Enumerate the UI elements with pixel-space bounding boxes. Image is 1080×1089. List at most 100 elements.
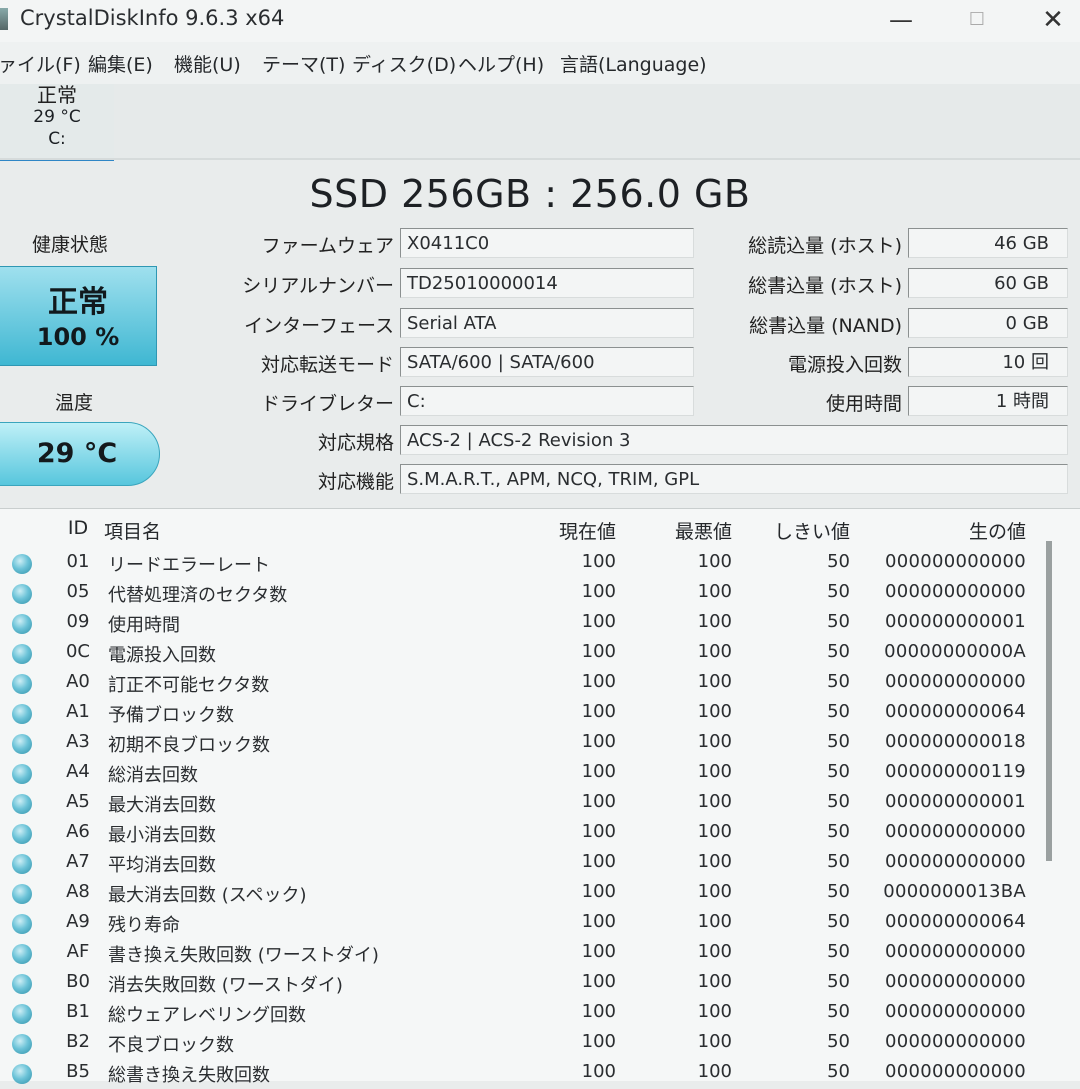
cell-threshold: 50 [827, 971, 850, 992]
cell-threshold: 50 [827, 611, 850, 632]
app-icon [0, 8, 8, 30]
cell-name: 最大消去回数 (スペック) [108, 885, 307, 906]
power-on-hours-label: 使用時間 [825, 393, 902, 415]
table-row[interactable]: B1 総ウェアレベリング回数 100 100 50 000000000000 [0, 999, 1060, 1029]
cell-worst: 100 [697, 821, 732, 842]
cell-raw: 000000000000 [884, 821, 1026, 842]
menu-theme[interactable]: テーマ(T) [262, 50, 345, 77]
cell-worst: 100 [697, 911, 732, 932]
table-row[interactable]: A0 訂正不可能セクタ数 100 100 50 000000000000 [0, 669, 1060, 699]
scrollbar[interactable] [1046, 541, 1052, 861]
table-row[interactable]: A7 平均消去回数 100 100 50 000000000000 [0, 849, 1060, 879]
cell-id: A9 [66, 911, 90, 932]
status-dot-icon [12, 764, 32, 784]
cell-id: 0C [65, 641, 91, 662]
divider [0, 158, 1080, 160]
menu-file[interactable]: ァイル(F) [0, 50, 81, 77]
cell-current: 100 [581, 761, 616, 782]
cell-threshold: 50 [827, 941, 850, 962]
cell-threshold: 50 [827, 821, 850, 842]
menu-language[interactable]: 言語(Language) [560, 50, 707, 77]
cell-name: 最小消去回数 [108, 825, 216, 846]
cell-raw: 000000000000 [884, 551, 1026, 572]
cell-current: 100 [581, 791, 616, 812]
col-threshold[interactable]: しきい値 [760, 517, 850, 544]
cell-worst: 100 [697, 701, 732, 722]
cell-worst: 100 [697, 671, 732, 692]
status-dot-icon [12, 914, 32, 934]
cell-worst: 100 [697, 881, 732, 902]
table-row[interactable]: A3 初期不良ブロック数 100 100 50 000000000018 [0, 729, 1060, 759]
cell-id: 09 [66, 611, 90, 632]
transfer-mode-label: 対応転送モード [260, 354, 394, 376]
status-dot-icon [12, 1004, 32, 1024]
temperature-value[interactable]: 29 °C [0, 422, 160, 486]
table-row[interactable]: A6 最小消去回数 100 100 50 000000000000 [0, 819, 1060, 849]
table-row[interactable]: 05 代替処理済のセクタ数 100 100 50 000000000000 [0, 579, 1060, 609]
menu-help[interactable]: ヘルプ(H) [458, 50, 544, 77]
cell-name: 最大消去回数 [108, 795, 216, 816]
table-row[interactable]: AF 書き換え失敗回数 (ワーストダイ) 100 100 50 000000000000 [0, 939, 1060, 969]
cell-id: B0 [66, 971, 90, 992]
status-dot-icon [12, 674, 32, 694]
cell-raw: 00000000000A [884, 641, 1026, 662]
smart-table[interactable]: ID 項目名 現在値 最悪値 しきい値 生の値 01 リードエラーレート 100 10… [0, 508, 1080, 1086]
temperature-label: 温度 [54, 392, 93, 414]
cell-worst: 100 [697, 551, 732, 572]
cell-threshold: 50 [827, 1061, 850, 1082]
maximize-button[interactable]: ☐ [942, 0, 1012, 40]
table-row[interactable]: A4 総消去回数 100 100 50 000000000119 [0, 759, 1060, 789]
cell-current: 100 [581, 551, 616, 572]
drive-letter-label: ドライブレター [260, 393, 394, 415]
table-row[interactable]: 0C 電源投入回数 100 100 50 00000000000A [0, 639, 1060, 669]
health-status: 正常 [48, 285, 108, 320]
table-row[interactable]: B0 消去失敗回数 (ワーストダイ) 100 100 50 000000000000 [0, 969, 1060, 999]
col-current[interactable]: 現在値 [540, 517, 616, 544]
health-label: 健康状態 [31, 234, 108, 256]
table-row[interactable]: 09 使用時間 100 100 50 000000000001 [0, 609, 1060, 639]
table-row[interactable]: B2 不良ブロック数 100 100 50 000000000000 [0, 1029, 1060, 1059]
table-row[interactable]: A1 予備ブロック数 100 100 50 000000000064 [0, 699, 1060, 729]
col-raw[interactable]: 生の値 [900, 517, 1026, 544]
disk-tab-c[interactable]: 正常 29 °C C: [0, 84, 114, 161]
cell-id: B2 [66, 1031, 90, 1052]
interface-label: インターフェース [244, 315, 394, 337]
cell-threshold: 50 [827, 791, 850, 812]
table-row[interactable]: 01 リードエラーレート 100 100 50 000000000000 [0, 549, 1060, 579]
cell-current: 100 [581, 581, 616, 602]
cell-raw: 000000000000 [884, 581, 1026, 602]
menu-function[interactable]: 機能(U) [174, 50, 241, 77]
cell-current: 100 [581, 611, 616, 632]
table-row[interactable]: A5 最大消去回数 100 100 50 000000000001 [0, 789, 1060, 819]
cell-name: 代替処理済のセクタ数 [108, 585, 288, 606]
table-row[interactable]: A8 最大消去回数 (スペック) 100 100 50 0000000013BA [0, 879, 1060, 909]
cell-id: A3 [66, 731, 90, 752]
status-dot-icon [12, 1034, 32, 1054]
table-row[interactable]: B5 総書き換え失敗回数 100 100 50 000000000000 [0, 1059, 1060, 1089]
cell-id: A6 [66, 821, 90, 842]
cell-threshold: 50 [827, 581, 850, 602]
table-row[interactable]: A9 残り寿命 100 100 50 000000000064 [0, 909, 1060, 939]
serial-label: シリアルナンバー [242, 275, 394, 297]
cell-current: 100 [581, 971, 616, 992]
cell-current: 100 [581, 701, 616, 722]
minimize-button[interactable]: — [866, 0, 936, 40]
cell-name: 予備ブロック数 [108, 705, 234, 726]
close-button[interactable]: ✕ [1018, 0, 1080, 40]
cell-current: 100 [581, 851, 616, 872]
drive-title: SSD 256GB : 256.0 GB [309, 172, 751, 216]
cell-threshold: 50 [827, 761, 850, 782]
cell-threshold: 50 [827, 851, 850, 872]
cell-threshold: 50 [827, 1031, 850, 1052]
col-worst[interactable]: 最悪値 [656, 517, 732, 544]
cell-current: 100 [581, 1001, 616, 1022]
serial-value: TD25010000014 [400, 268, 694, 298]
menu-disk[interactable]: ディスク(D) [352, 50, 456, 77]
health-status-box[interactable]: 正常 100 % [0, 266, 157, 366]
menu-edit[interactable]: 編集(E) [88, 50, 153, 77]
col-id[interactable]: ID [56, 517, 100, 539]
disk-tab-bar [114, 84, 1080, 158]
cell-raw: 000000000000 [884, 851, 1026, 872]
cell-id: B1 [66, 1001, 90, 1022]
col-name[interactable]: 項目名 [104, 517, 161, 544]
